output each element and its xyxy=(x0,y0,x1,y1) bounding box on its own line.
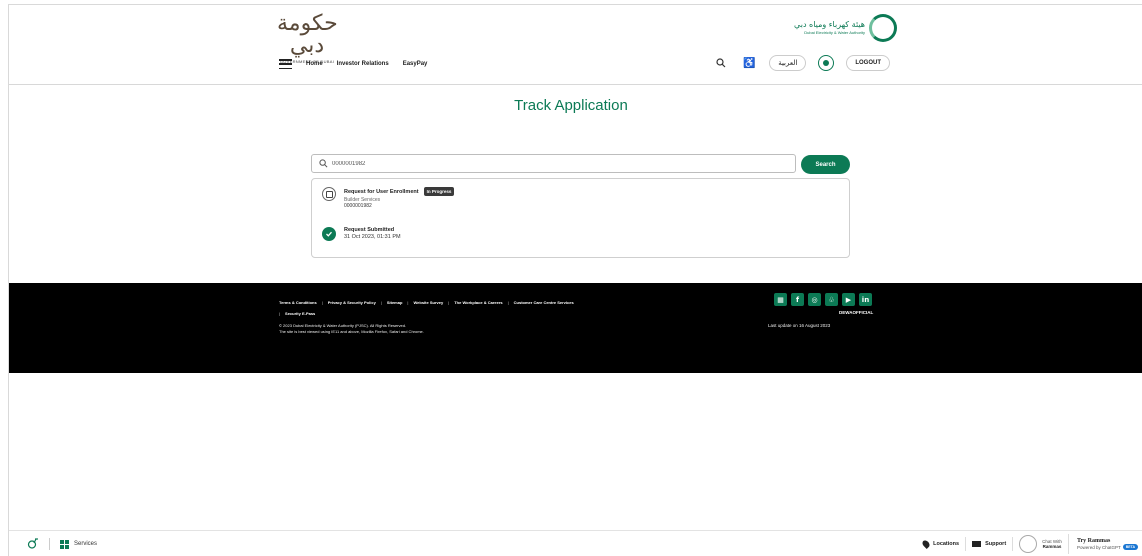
government-of-dubai-logo[interactable]: حكومة دبي GOVERNMENT OF DUBAI xyxy=(277,13,338,65)
location-pin-icon xyxy=(921,539,932,549)
request-title: Request for User Enrollment xyxy=(344,188,419,195)
chat-line2: Rammas xyxy=(1042,544,1062,549)
nav-home[interactable]: Home xyxy=(306,61,323,67)
chat-rammas-button[interactable]: Chat With Rammas xyxy=(1013,534,1069,554)
footer-links: Terms & Conditions | Privacy & Security P… xyxy=(279,300,574,316)
page-title: Track Application xyxy=(514,97,628,114)
snapchat-icon[interactable]: ♧ xyxy=(825,293,838,306)
app-icon[interactable]: ▦ xyxy=(774,293,787,306)
social-links: ▦ f ◎ ♧ ▶ in xyxy=(774,293,872,306)
main-nav: Home Investor Relations EasyPay xyxy=(279,53,427,75)
footer-link-sitemap[interactable]: Sitemap xyxy=(387,300,403,305)
language-toggle-button[interactable]: العربية xyxy=(769,55,807,71)
search-input[interactable] xyxy=(332,160,772,167)
services-label: Services xyxy=(74,541,98,547)
last-update-text: Last update on 16 August 2023 xyxy=(768,323,831,328)
menu-icon[interactable] xyxy=(279,59,292,69)
footer-copyright-block: © 2023 Dubai Electricity & Water Authori… xyxy=(279,323,424,335)
logout-button[interactable]: LOGOUT xyxy=(846,55,890,71)
step-submitted: Request Submitted 31 Oct 2023, 01:31 PM xyxy=(322,227,401,241)
linkedin-icon[interactable]: in xyxy=(859,293,872,306)
user-avatar-icon[interactable] xyxy=(818,55,835,71)
try-rammas-button[interactable]: Try Rammas Powered by ChatGPT BETA xyxy=(1069,538,1142,550)
request-number: 0000001982 xyxy=(344,203,372,209)
document-icon xyxy=(322,187,336,201)
search-input-icon xyxy=(318,159,328,169)
browser-note: The site is best viewed using IE11 and a… xyxy=(279,329,424,334)
application-result-card: Request for User Enrollment In Progress … xyxy=(311,178,850,258)
footer-link-survey[interactable]: Website Survey xyxy=(413,300,443,305)
footer-link-customer-care[interactable]: Customer Care Centre Services xyxy=(514,300,574,305)
services-button[interactable]: Services xyxy=(60,539,98,549)
dewa-logo-english: Dubai Electricity & Water Authority xyxy=(804,30,865,35)
toolbar-divider xyxy=(49,538,50,550)
dewa-logo[interactable]: هيئة كهرباء ومياه دبي Dubai Electricity … xyxy=(794,14,899,44)
instagram-icon[interactable]: ◎ xyxy=(808,293,821,306)
site-header: حكومة دبي GOVERNMENT OF DUBAI هيئة كهربا… xyxy=(9,5,1142,85)
nav-easypay[interactable]: EasyPay xyxy=(403,61,428,67)
nav-investor-relations[interactable]: Investor Relations xyxy=(337,61,389,67)
mail-icon xyxy=(972,541,982,547)
support-label: Support xyxy=(985,541,1007,547)
submitted-label: Request Submitted xyxy=(344,227,395,233)
social-handle: DEWAOFFICIAL xyxy=(839,310,874,315)
dewa-ring-icon xyxy=(869,14,897,42)
facebook-icon[interactable]: f xyxy=(791,293,804,306)
bottom-toolbar: Services Locations Support Chat With Ram… xyxy=(9,530,1142,556)
gov-logo-script: حكومة دبي xyxy=(277,11,338,58)
footer-link-security-epass[interactable]: Security E-Pass xyxy=(285,311,315,316)
step-request: Request for User Enrollment In Progress … xyxy=(322,187,455,209)
header-actions: ♿ العربية LOGOUT xyxy=(713,55,890,71)
accessibility-tool-icon[interactable] xyxy=(27,538,39,550)
browser-frame xyxy=(8,4,1142,556)
support-button[interactable]: Support xyxy=(966,537,1014,551)
footer-link-terms[interactable]: Terms & Conditions xyxy=(279,300,317,305)
site-footer: Terms & Conditions | Privacy & Security P… xyxy=(9,283,1142,373)
check-icon xyxy=(322,227,336,241)
accessibility-icon[interactable]: ♿ xyxy=(741,55,757,71)
status-badge: In Progress xyxy=(423,187,455,196)
submitted-date: 31 Oct 2023, 01:31 PM xyxy=(344,234,401,240)
search-button[interactable]: Search xyxy=(801,155,850,174)
footer-link-privacy[interactable]: Privacy & Security Policy xyxy=(328,300,376,305)
youtube-icon[interactable]: ▶ xyxy=(842,293,855,306)
search-icon[interactable] xyxy=(713,55,729,71)
locations-label: Locations xyxy=(933,541,960,547)
grid-icon xyxy=(60,539,69,549)
locations-button[interactable]: Locations xyxy=(917,537,967,551)
search-box[interactable] xyxy=(311,154,796,173)
dewa-logo-arabic: هيئة كهرباء ومياه دبي xyxy=(794,20,865,29)
rammas-avatar-icon xyxy=(1019,535,1038,553)
try-rammas-sub: Powered by ChatGPT xyxy=(1076,544,1121,550)
beta-badge: BETA xyxy=(1122,544,1138,550)
footer-link-careers[interactable]: The Workplace & Careers xyxy=(454,300,502,305)
